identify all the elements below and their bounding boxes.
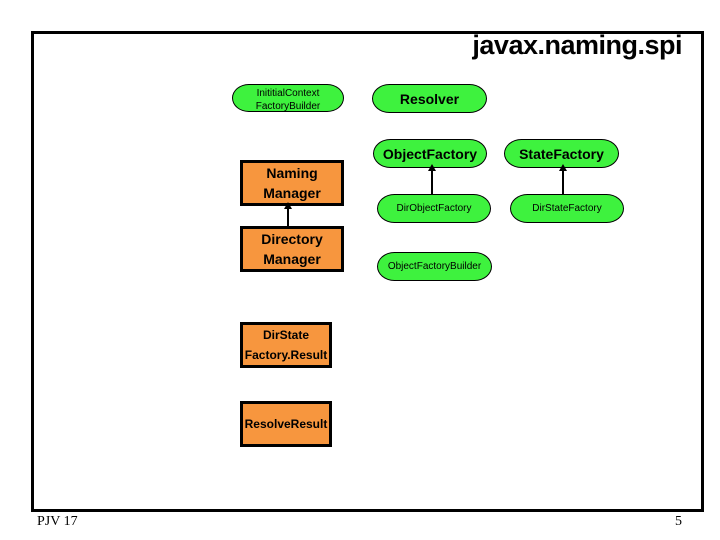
interface-label: ObjectFactoryBuilder [387, 261, 482, 272]
interface-object-factory-builder[interactable]: ObjectFactoryBuilder [377, 252, 492, 281]
inheritance-arrow-dirstatefactory-statefactory [559, 164, 567, 194]
class-label-line1: Naming [266, 165, 318, 181]
class-dir-state-factory-result[interactable]: DirState Factory.Result [240, 322, 332, 368]
interface-label: ObjectFactory [382, 145, 478, 162]
interface-dir-object-factory[interactable]: DirObjectFactory [377, 194, 491, 223]
class-naming-manager[interactable]: Naming Manager [240, 160, 344, 206]
class-label-line1: Directory [261, 231, 323, 247]
interface-label-line2: FactoryBuilder [255, 101, 321, 112]
slide-title: javax.naming.spi [472, 30, 682, 60]
interface-label: Resolver [399, 90, 460, 107]
class-label-line1: DirState [262, 328, 309, 342]
slide-frame [31, 31, 704, 512]
class-label-line2: Manager [263, 185, 321, 201]
interface-label: StateFactory [519, 145, 604, 162]
interface-resolver[interactable]: Resolver [372, 84, 487, 113]
class-directory-manager[interactable]: Directory Manager [240, 226, 344, 272]
inheritance-arrow-directorymanager-namingmanager [284, 202, 292, 226]
interface-label-line1: InititialContext [256, 88, 320, 99]
page-number: 5 [675, 514, 682, 529]
interface-label: DirStateFactory [532, 203, 602, 214]
inheritance-arrow-dirobjectfactory-objectfactory [428, 164, 436, 194]
class-label-line2: Factory.Result [244, 348, 328, 362]
interface-dir-state-factory[interactable]: DirStateFactory [510, 194, 624, 223]
footer-label: PJV 17 [37, 514, 78, 529]
interface-initial-context-factory-builder[interactable]: InititialContext FactoryBuilder [232, 84, 344, 112]
interface-label: DirObjectFactory [396, 203, 472, 214]
class-resolve-result[interactable]: ResolveResult [240, 401, 332, 447]
class-label: ResolveResult [244, 417, 328, 431]
class-label-line2: Manager [263, 251, 321, 267]
